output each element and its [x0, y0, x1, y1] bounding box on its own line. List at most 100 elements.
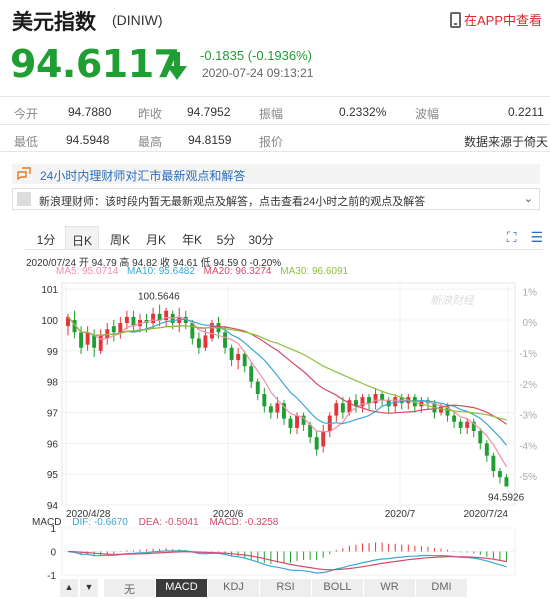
- candle-body: [340, 403, 345, 413]
- macd-value-label: MACD: -0.3258: [209, 517, 279, 528]
- candle-body: [118, 323, 123, 333]
- indicator-wr-button[interactable]: WR: [364, 579, 416, 597]
- stat-label: 振幅: [259, 107, 284, 121]
- pct-tick-label: -2%: [519, 380, 537, 391]
- candle-body: [229, 347, 234, 361]
- tab-30min[interactable]: 30分: [245, 226, 277, 249]
- indicator-rsi-button[interactable]: RSI: [260, 579, 312, 597]
- indicator-prev-button[interactable]: ▲: [60, 579, 78, 597]
- candle-body: [85, 332, 90, 345]
- macd-legend: MACD DIF: -0.6670 DEA: -0.5041 MACD: -0.…: [32, 517, 286, 528]
- x-tick-label: 2020/7/24: [464, 509, 509, 520]
- candle-body: [124, 316, 129, 324]
- stat-label: 波幅: [415, 107, 440, 121]
- stat-label: 今开: [14, 107, 39, 121]
- candle-body: [321, 431, 326, 447]
- dea-label: DEA: -0.5041: [138, 517, 199, 528]
- stat-value: 0.2332%: [339, 105, 387, 119]
- fullscreen-icon[interactable]: ⛶: [507, 229, 517, 245]
- low-annotation: 94.5926: [488, 493, 525, 504]
- chat-icon: [17, 167, 31, 181]
- tab-yearly[interactable]: 年K: [177, 226, 207, 249]
- chevron-down-icon[interactable]: ⌄: [524, 192, 533, 205]
- pct-tick-label: -4%: [519, 441, 537, 452]
- stats-row: 今开 94.7880 昨收 94.7952 振幅 0.2332% 波幅 0.22…: [0, 96, 550, 124]
- candle-body: [491, 455, 496, 472]
- plot-frame: [61, 282, 516, 506]
- page-title: 美元指数: [12, 10, 96, 34]
- candle-body: [242, 353, 247, 367]
- candle-body: [334, 403, 339, 416]
- ma5-line: [67, 316, 508, 468]
- candle-body: [262, 394, 267, 407]
- dea-line: [67, 550, 507, 571]
- stat-value: 0.2211: [508, 105, 544, 119]
- high-annotation: 100.5646: [138, 292, 180, 303]
- candle-body: [79, 332, 84, 348]
- news-message: 新浪理财师：该时段内暂无最新观点及解答，点击查看24小时之前的观点及解答: [39, 196, 426, 208]
- data-source: 数据来源于倚天: [464, 135, 549, 149]
- tab-monthly[interactable]: 月K: [141, 226, 171, 249]
- candle-body: [151, 313, 156, 324]
- watermark-text: 新浪财经: [430, 294, 475, 307]
- candle-body: [157, 313, 162, 320]
- candle-body: [111, 326, 116, 333]
- ma-legend: MA5: 95.0714 MA10: 95.6482 MA20: 96.3274…: [56, 266, 354, 277]
- candle-body: [367, 397, 371, 404]
- candle-body: [190, 323, 195, 339]
- kline-chart[interactable]: 101 100 99 98 97 96 95 94 1% 0% -1% -2% -3% -4% -5% 202…: [0, 250, 550, 599]
- macd-title: MACD: [32, 517, 62, 528]
- advisor-news: 24小时内理财师对汇市最新观点和解答 新浪理财师：该时段内暂无最新观点及解答，点…: [12, 164, 540, 214]
- sliders-icon[interactable]: ☰: [530, 229, 543, 245]
- open-in-app-link[interactable]: 在APP中查看: [449, 10, 542, 29]
- stat-label: 最高: [138, 135, 163, 149]
- news-headline-bar[interactable]: 24小时内理财师对汇市最新观点和解答: [12, 164, 540, 184]
- indicator-next-button[interactable]: ▼: [80, 579, 98, 597]
- indicator-none-button[interactable]: 无: [104, 579, 156, 597]
- candle-body: [314, 437, 319, 450]
- indicator-kdj-button[interactable]: KDJ: [208, 579, 260, 597]
- candle-body: [465, 421, 470, 428]
- ma20-label: MA20: 96.3274: [203, 266, 272, 277]
- x-tick-label: 2020/7: [385, 509, 416, 520]
- candle-body: [484, 443, 489, 456]
- y-tick-label: 95: [47, 470, 59, 481]
- arrow-down-icon: [167, 52, 187, 80]
- ma10-line: [67, 316, 507, 446]
- y-tick-label: 101: [41, 285, 58, 296]
- y-tick-label: 96: [47, 439, 59, 450]
- y-tick-label: 94: [47, 501, 59, 512]
- tab-5min[interactable]: 5分: [213, 226, 239, 249]
- candle-body: [203, 335, 208, 348]
- candle-body: [373, 394, 378, 404]
- macd-tick-label: -1: [47, 571, 56, 579]
- stat-label: 昨收: [138, 107, 163, 121]
- price-change: -0.1835 (-0.1936%): [200, 48, 313, 63]
- candle-body: [255, 381, 260, 394]
- chart-tools: ⛶ ☰: [497, 229, 543, 246]
- kline-svg[interactable]: 101 100 99 98 97 96 95 94 1% 0% -1% -2% -3% -4% -5% 202…: [0, 250, 550, 579]
- page-header: 美元指数 (DINIW) 在APP中查看: [0, 0, 550, 38]
- macd-tick-label: 0: [50, 548, 56, 559]
- tab-daily[interactable]: 日K: [65, 226, 99, 249]
- candle-body: [295, 415, 300, 428]
- candle-body: [458, 421, 463, 428]
- indicator-dmi-button[interactable]: DMI: [416, 579, 468, 597]
- indicator-boll-button[interactable]: BOLL: [312, 579, 364, 597]
- pct-tick-label: -3%: [519, 411, 537, 422]
- period-tabs: 1分 日K 周K 月K 年K 5分 30分 ⛶ ☰: [25, 226, 543, 250]
- y-tick-label: 99: [47, 347, 59, 358]
- avatar: [17, 192, 31, 206]
- tab-1min[interactable]: 1分: [31, 226, 61, 249]
- phone-icon: [449, 11, 461, 28]
- candle-body: [223, 332, 228, 348]
- ma10-label: MA10: 95.6482: [127, 266, 195, 277]
- candle-body: [380, 394, 385, 401]
- candle-body: [92, 335, 97, 348]
- indicator-macd-button[interactable]: MACD: [156, 579, 208, 597]
- tab-weekly[interactable]: 周K: [105, 226, 135, 249]
- candle-body: [196, 338, 201, 348]
- indicator-bar: ▲ ▼ 无 MACD KDJ RSI BOLL WR DMI: [60, 579, 540, 597]
- dif-label: DIF: -0.6670: [72, 517, 128, 528]
- news-message-row[interactable]: 新浪理财师：该时段内暂无最新观点及解答，点击查看24小时之前的观点及解答 ⌄: [12, 188, 540, 210]
